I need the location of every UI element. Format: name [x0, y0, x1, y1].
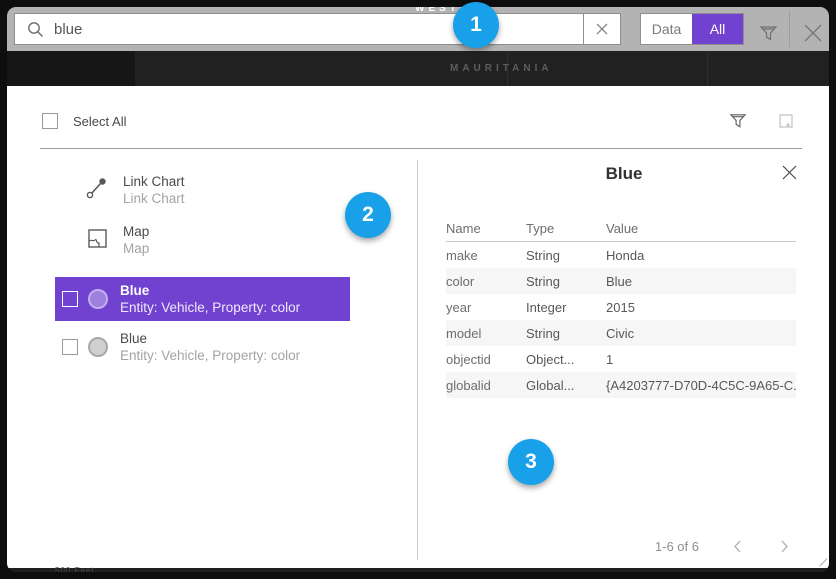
header-divider [40, 148, 802, 149]
results-panel: Select All Link Chart Link Chart [7, 86, 829, 568]
result-item-map[interactable]: Map Map [85, 223, 149, 257]
pagination: 1-6 of 6 [419, 534, 799, 558]
col-header-type: Type [526, 221, 606, 236]
result-title: Blue [120, 330, 300, 347]
result-checkbox[interactable] [62, 291, 78, 307]
attribute-table: Name Type Value make String Honda color … [446, 216, 796, 398]
search-icon [27, 21, 44, 38]
map-label-mauritania: MAURITANIA [450, 63, 553, 74]
scope-toggle: Data All [640, 13, 744, 45]
table-row: globalid Global... {A4203777-D70D-4C5C-9… [446, 372, 796, 398]
map-icon [85, 226, 109, 255]
entity-circle-icon [88, 289, 108, 309]
table-row: make String Honda [446, 242, 796, 268]
chevron-right-icon[interactable] [770, 536, 799, 557]
attribute-table-header: Name Type Value [446, 216, 796, 242]
search-box[interactable] [14, 13, 621, 45]
result-item-blue-selected[interactable]: Blue Entity: Vehicle, Property: color [55, 277, 350, 321]
table-row: year Integer 2015 [446, 294, 796, 320]
detail-panel: Blue Name Type Value make String Honda [419, 160, 829, 568]
map-scale-label: 500 Feet [55, 566, 95, 572]
search-input[interactable] [54, 21, 583, 38]
toolbar-divider [789, 11, 790, 47]
results-body: Link Chart Link Chart Map Map [7, 160, 829, 568]
detail-close-icon[interactable] [779, 162, 800, 188]
result-item-link-chart[interactable]: Link Chart Link Chart [85, 173, 185, 207]
search-overlay: WESTERN Data All MAURITANIA [7, 7, 829, 572]
page-range-label: 1-6 of 6 [655, 539, 699, 554]
resize-handle[interactable] [818, 557, 827, 566]
result-title: Blue [120, 282, 300, 299]
table-row: objectid Object... 1 [446, 346, 796, 372]
scope-all-button[interactable]: All [692, 14, 743, 44]
map-background: MAURITANIA [7, 51, 829, 86]
result-title: Map [123, 223, 149, 240]
filter-icon[interactable] [755, 20, 782, 47]
callout-badge-3: 3 [508, 439, 554, 485]
result-subtitle: Entity: Vehicle, Property: color [120, 347, 300, 364]
select-all-checkbox[interactable] [42, 113, 58, 129]
select-all-label: Select All [73, 114, 126, 129]
detail-title: Blue [419, 164, 829, 184]
map-border [707, 51, 708, 86]
result-title: Link Chart [123, 173, 185, 190]
entity-circle-icon [88, 337, 108, 357]
results-header: Select All [7, 86, 829, 148]
add-to-selection-icon[interactable] [773, 108, 799, 134]
link-chart-icon [85, 176, 109, 205]
result-item-blue[interactable]: Blue Entity: Vehicle, Property: color [55, 325, 350, 369]
result-checkbox[interactable] [62, 339, 78, 355]
results-filter-icon[interactable] [725, 108, 751, 134]
scope-data-button[interactable]: Data [641, 14, 692, 44]
map-ocean [7, 51, 135, 86]
result-subtitle: Map [123, 240, 149, 257]
result-subtitle: Entity: Vehicle, Property: color [120, 299, 300, 316]
chevron-left-icon[interactable] [723, 536, 752, 557]
table-row: color String Blue [446, 268, 796, 294]
search-toolbar: WESTERN Data All [7, 7, 829, 51]
callout-badge-2: 2 [345, 192, 391, 238]
table-row: model String Civic [446, 320, 796, 346]
clear-search-button[interactable] [583, 14, 620, 44]
callout-badge-1: 1 [453, 2, 499, 48]
close-search-icon[interactable] [799, 19, 827, 47]
result-subtitle: Link Chart [123, 190, 185, 207]
col-header-name: Name [446, 221, 526, 236]
col-header-value: Value [606, 221, 796, 236]
